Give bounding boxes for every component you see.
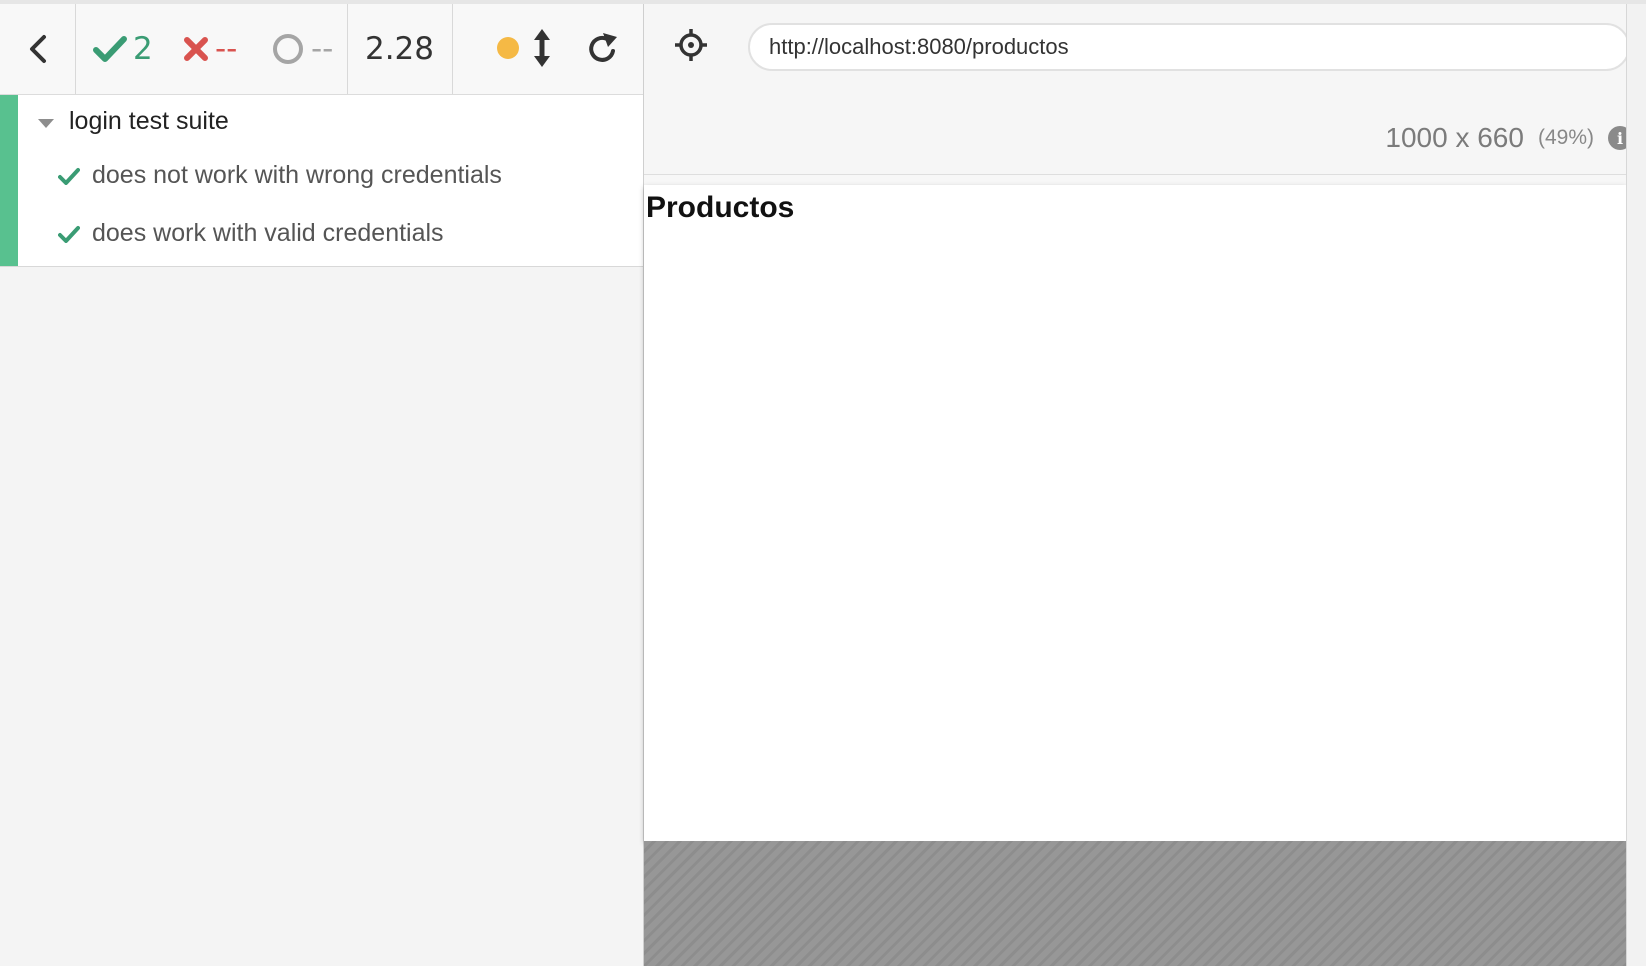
caret-down-icon[interactable] (38, 119, 54, 128)
application-frame: Productos (644, 185, 1626, 841)
check-icon (58, 225, 80, 243)
run-controls (452, 4, 643, 94)
cross-icon (184, 37, 208, 61)
passed-count: 2 (93, 31, 153, 67)
reload-icon[interactable] (587, 31, 619, 65)
status-dot (497, 37, 519, 59)
duration: 2.28 (347, 4, 453, 94)
reporter-toolbar: 2 -- -- 2.28 (0, 4, 643, 95)
check-icon (58, 167, 80, 185)
failed-value: -- (215, 31, 238, 67)
page-heading: Productos (646, 191, 795, 224)
test-title: does not work with wrong credentials (92, 161, 502, 189)
pending-count: -- (271, 31, 333, 67)
check-icon (93, 36, 127, 62)
back-chevron-icon (29, 35, 46, 63)
test-item[interactable]: does not work with wrong credentials (58, 161, 502, 190)
test-title: does work with valid credentials (92, 219, 444, 247)
test-stats: 2 -- -- (75, 4, 348, 94)
app-preview: http://localhost:8080/productos 1000 x 6… (644, 4, 1646, 966)
duration-value: 2.28 (364, 31, 435, 67)
reporter-panel: 2 -- -- 2.28 login test suite does not w (0, 4, 644, 966)
crosshair-icon[interactable] (674, 28, 708, 62)
vertical-resize-icon[interactable] (534, 29, 550, 67)
viewport-size: 1000 x 660 (1385, 122, 1524, 153)
back-button[interactable] (0, 4, 76, 94)
pending-value: -- (311, 31, 334, 67)
preview-edge (1626, 4, 1646, 966)
test-suite[interactable]: login test suite does not work with wron… (0, 95, 643, 267)
pending-circle-icon (273, 34, 303, 64)
frame-background (644, 841, 1626, 966)
failed-count: -- (183, 31, 237, 67)
suite-title[interactable]: login test suite (69, 107, 229, 136)
passed-value: 2 (133, 31, 153, 67)
url-bar[interactable]: http://localhost:8080/productos (748, 23, 1630, 71)
viewport-scale: (49%) (1537, 126, 1594, 149)
viewport-info: 1000 x 660 (49%) i (1385, 122, 1632, 154)
test-item[interactable]: does work with valid credentials (58, 219, 444, 248)
preview-toolbar: http://localhost:8080/productos 1000 x 6… (644, 4, 1646, 175)
suite-status-bar (0, 95, 18, 266)
